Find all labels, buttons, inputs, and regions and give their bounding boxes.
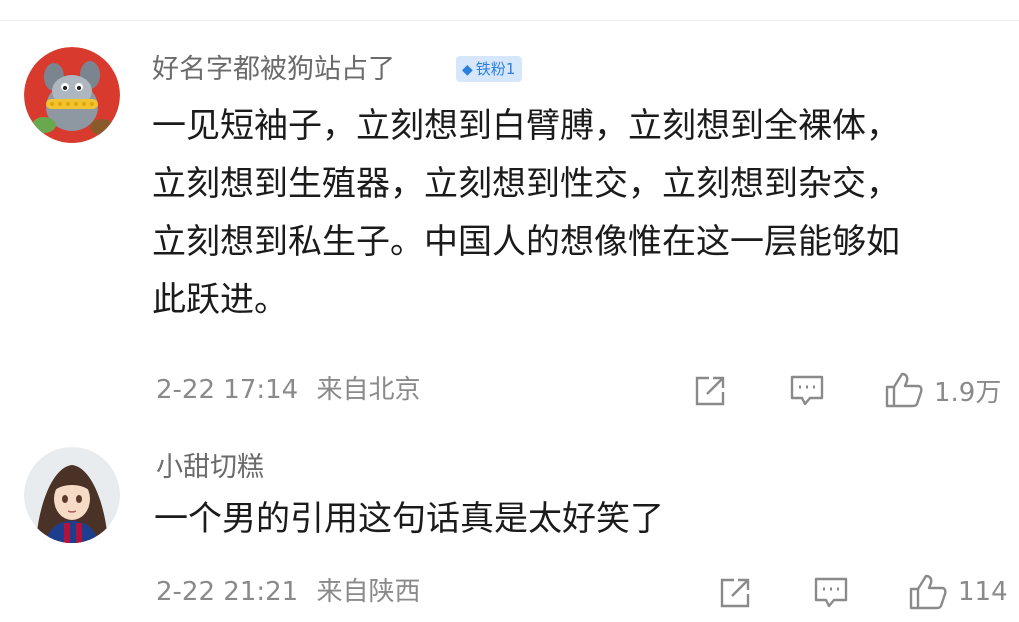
- location: 来自陕西: [316, 577, 421, 607]
- share-icon: [695, 376, 725, 406]
- comment-text: 一见短袖子，立刻想到白臂膊，立刻想到全裸体， 立刻想到生殖器，立刻想到性交，立刻…: [152, 97, 1012, 329]
- comment-icon: [814, 577, 848, 608]
- like-button[interactable]: 1.9万: [884, 371, 1001, 409]
- thumbs-up-icon: [909, 574, 947, 610]
- comment-meta: 2-22 21:21 来自陕西: [156, 574, 420, 610]
- fan-badge-label: 铁粉1: [475, 60, 516, 78]
- reply-button[interactable]: [813, 576, 849, 610]
- comment-icon: [790, 375, 824, 406]
- username[interactable]: 好名字都被狗站占了: [152, 52, 395, 88]
- top-divider: [0, 20, 1019, 21]
- anime-girl-avatar-icon: [24, 447, 120, 543]
- username[interactable]: 小甜切糕: [156, 450, 264, 486]
- like-count: 1.9万: [934, 377, 1002, 408]
- share-icon: [720, 578, 750, 608]
- comment-text: 一个男的引用这句话真是太好笑了: [154, 490, 1014, 548]
- share-button[interactable]: [718, 576, 752, 610]
- timestamp: 2-22 17:14: [156, 375, 299, 405]
- user-avatar[interactable]: [24, 447, 120, 543]
- share-button[interactable]: [693, 374, 727, 408]
- thumbs-up-icon: [885, 372, 923, 408]
- comment-text-line: 一个男的引用这句话真是太好笑了: [154, 499, 664, 539]
- comment-text-line: 一见短袖子，立刻想到白臂膊，立刻想到全裸体，: [152, 106, 900, 146]
- location: 来自北京: [316, 375, 421, 405]
- reply-button[interactable]: [789, 374, 825, 408]
- timestamp: 2-22 21:21: [156, 577, 299, 607]
- fan-badge: ◆ 铁粉1: [456, 56, 523, 82]
- cartoon-cat-avatar-icon: [24, 47, 120, 143]
- like-count: 114: [958, 577, 1008, 607]
- comment-meta: 2-22 17:14 来自北京: [156, 372, 420, 408]
- diamond-icon: ◆: [462, 62, 473, 78]
- comment-text-line: 立刻想到私生子。中国人的想像惟在这一层能够如: [152, 222, 900, 262]
- comment-text-line: 立刻想到生殖器，立刻想到性交，立刻想到杂交，: [152, 164, 900, 204]
- like-button[interactable]: 114: [908, 573, 1008, 611]
- comment-text-line: 此跃进。: [152, 280, 288, 320]
- user-avatar[interactable]: [24, 47, 120, 143]
